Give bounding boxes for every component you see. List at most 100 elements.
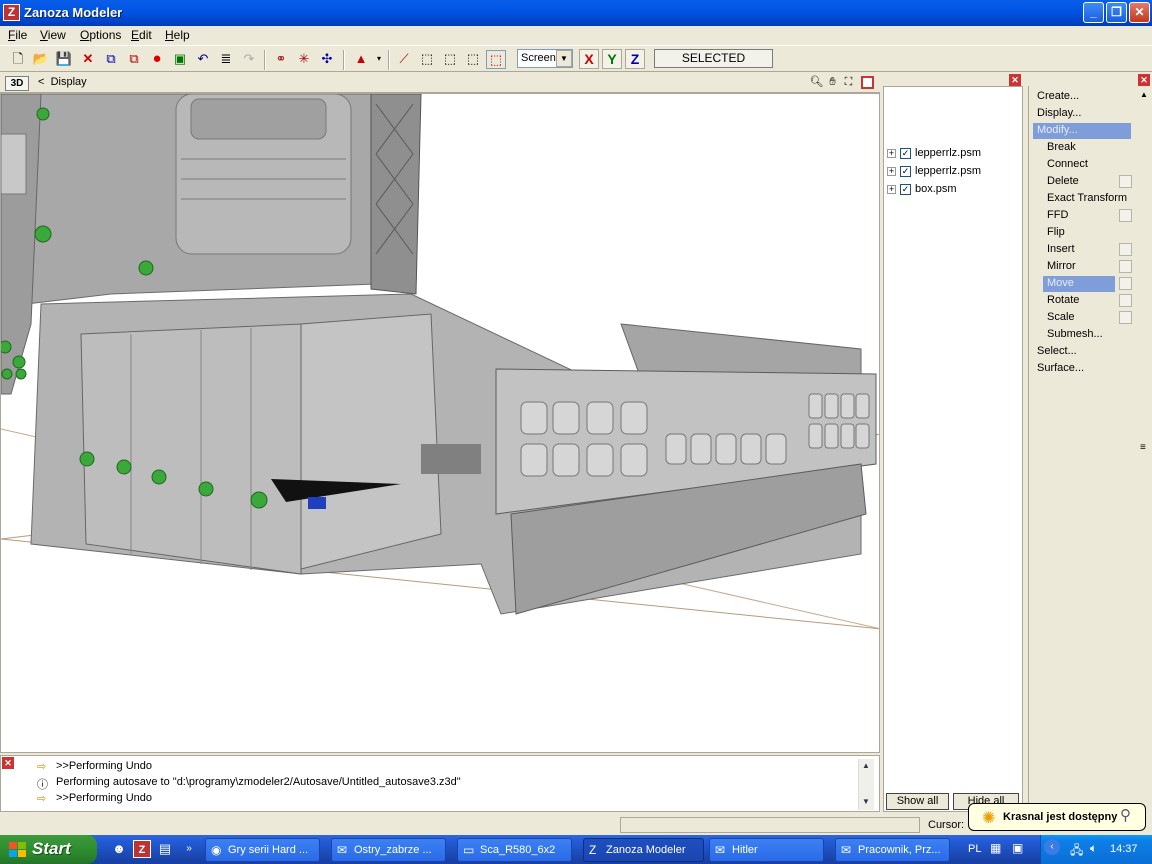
cmd-ffd[interactable]: FFD (1047, 208, 1068, 224)
cmd-move[interactable]: Move (1043, 276, 1115, 292)
axis-cross-icon[interactable]: ✳ (294, 50, 314, 69)
app-icon[interactable]: Z (3, 4, 20, 21)
chevron-down-icon[interactable]: ▼ (862, 797, 870, 806)
cmd-flip[interactable]: Flip (1047, 225, 1065, 241)
record-icon[interactable]: ● (147, 50, 167, 69)
cmd-scale-option[interactable] (1119, 311, 1132, 324)
new-file-icon[interactable]: 🗋 (8, 50, 28, 69)
cmd-rotate[interactable]: Rotate (1047, 293, 1079, 309)
cmd-create[interactable]: Create... (1037, 89, 1079, 105)
tray-icon[interactable]: ▦ (990, 841, 1001, 855)
chevron-left-icon[interactable]: ‹ (1044, 839, 1060, 855)
cmd-exact-transform[interactable]: Exact Transform (1047, 191, 1127, 207)
view-mode-button[interactable]: 3D (5, 76, 29, 91)
task-button[interactable]: ▭ Sca_R580_6x2 (457, 838, 572, 862)
menu-file[interactable]: File (8, 28, 27, 42)
expand-icon[interactable]: + (887, 148, 896, 158)
copy-icon[interactable]: ⧉ (101, 50, 121, 69)
axis-x-toggle[interactable]: X (579, 49, 599, 69)
task-button[interactable]: ✉ Pracownik, Prz... (835, 838, 950, 862)
menu-view[interactable]: View (40, 28, 66, 42)
open-file-icon[interactable]: 📂 (31, 50, 51, 69)
box-icon[interactable]: ⬚ (463, 50, 483, 69)
delete-icon[interactable]: ✕ (78, 50, 98, 69)
task-button[interactable]: ◉ Gry serii Hard ... (205, 838, 320, 862)
scroll-grip-icon[interactable]: ≡ (1140, 442, 1146, 453)
3d-viewport[interactable] (0, 93, 880, 753)
redo-icon[interactable]: ↷ (239, 50, 259, 69)
notes-icon[interactable]: ≣ (216, 50, 236, 69)
pan-icon[interactable]: ✋︎ (825, 75, 840, 91)
log-close-icon[interactable]: ✕ (2, 757, 14, 769)
cmd-submesh[interactable]: Submesh... (1047, 327, 1103, 343)
box-select-icon[interactable]: ⬚ (486, 50, 506, 69)
title-bar[interactable] (0, 0, 1152, 26)
menu-edit[interactable]: Edit (131, 28, 152, 42)
chevron-down-icon[interactable]: ▼ (556, 50, 572, 67)
minimize-button[interactable]: _ (1083, 2, 1104, 23)
paste-icon[interactable]: ⧉ (124, 50, 144, 69)
tray-icon[interactable]: ▣ (1012, 841, 1023, 855)
maximize-viewport-icon[interactable]: ⛶ (841, 75, 856, 91)
chevron-up-icon[interactable]: ▲ (1140, 90, 1148, 99)
messenger-icon[interactable]: ☻ (110, 840, 128, 858)
layer-row[interactable]: + ✓ lepperrlz.psm (887, 147, 981, 161)
image-icon[interactable]: ▣ (170, 50, 190, 69)
language-indicator[interactable]: PL (968, 843, 981, 855)
link-icon[interactable]: ⚭ (271, 50, 291, 69)
visibility-checkbox[interactable]: ✓ (900, 147, 911, 159)
close-viewport-icon[interactable] (861, 76, 874, 89)
cmd-select[interactable]: Select... (1037, 344, 1077, 360)
visibility-checkbox[interactable]: ✓ (900, 165, 911, 177)
volume-icon[interactable]: 🔈︎ (1090, 841, 1097, 856)
layers-close-icon[interactable]: ✕ (1009, 74, 1021, 86)
save-icon[interactable]: 💾 (54, 50, 74, 69)
box-icon[interactable]: ⬚ (440, 50, 460, 69)
expand-icon[interactable]: + (887, 184, 896, 194)
commands-scrollbar[interactable]: ▲ ≡ (1138, 86, 1152, 812)
commands-close-icon[interactable]: ✕ (1138, 74, 1150, 86)
cmd-ffd-option[interactable] (1119, 209, 1132, 222)
breadcrumb[interactable]: < Display (38, 76, 87, 88)
spline-icon[interactable]: ⟋ (394, 50, 414, 69)
cone-icon[interactable]: ▲ (351, 50, 371, 69)
task-button[interactable]: ✉ Hitler (709, 838, 824, 862)
cmd-insert-option[interactable] (1119, 243, 1132, 256)
selected-button[interactable]: SELECTED (654, 49, 773, 68)
log-scrollbar[interactable]: ▲ ▼ (858, 759, 874, 810)
task-button[interactable]: ✉ Ostry_zabrze ... (331, 838, 446, 862)
zanoza-icon[interactable]: Z (133, 840, 151, 858)
cmd-delete-option[interactable] (1119, 175, 1132, 188)
box-icon[interactable]: ⬚ (417, 50, 437, 69)
expand-icon[interactable]: + (887, 166, 896, 176)
cmd-insert[interactable]: Insert (1047, 242, 1075, 258)
cmd-mirror-option[interactable] (1119, 260, 1132, 273)
cmd-scale[interactable]: Scale (1047, 310, 1075, 326)
close-button[interactable]: ✕ (1129, 2, 1150, 23)
cmd-delete[interactable]: Delete (1047, 174, 1079, 190)
cmd-surface[interactable]: Surface... (1037, 361, 1084, 377)
cmd-connect[interactable]: Connect (1047, 157, 1088, 173)
menu-options[interactable]: Options (80, 28, 121, 42)
cmd-move-option[interactable] (1119, 277, 1132, 290)
clock[interactable]: 14:37 (1110, 843, 1138, 855)
cmd-break[interactable]: Break (1047, 140, 1076, 156)
undo-icon[interactable]: ↶ (193, 50, 213, 69)
layer-row[interactable]: + ✓ box.psm (887, 183, 957, 197)
maximize-button[interactable]: ❐ (1106, 2, 1127, 23)
chevron-down-icon[interactable]: ▾ (369, 50, 389, 69)
axis-y-toggle[interactable]: Y (602, 49, 622, 69)
layer-row[interactable]: + ✓ lepperrlz.psm (887, 165, 981, 179)
cmd-mirror[interactable]: Mirror (1047, 259, 1076, 275)
task-button[interactable]: Z Zanoza Modeler (583, 838, 704, 862)
axis-move-icon[interactable]: ✣ (317, 50, 337, 69)
cmd-rotate-option[interactable] (1119, 294, 1132, 307)
visibility-checkbox[interactable]: ✓ (900, 183, 911, 195)
media-icon[interactable]: ▤ (156, 840, 174, 858)
chevron-up-icon[interactable]: ▲ (862, 761, 870, 770)
menu-help[interactable]: Help (165, 28, 190, 42)
cmd-display[interactable]: Display... (1037, 106, 1081, 122)
zoom-icon[interactable]: 🔍︎ (809, 75, 824, 91)
axis-z-toggle[interactable]: Z (625, 49, 645, 69)
chevron-right-icon[interactable]: » (180, 840, 198, 858)
